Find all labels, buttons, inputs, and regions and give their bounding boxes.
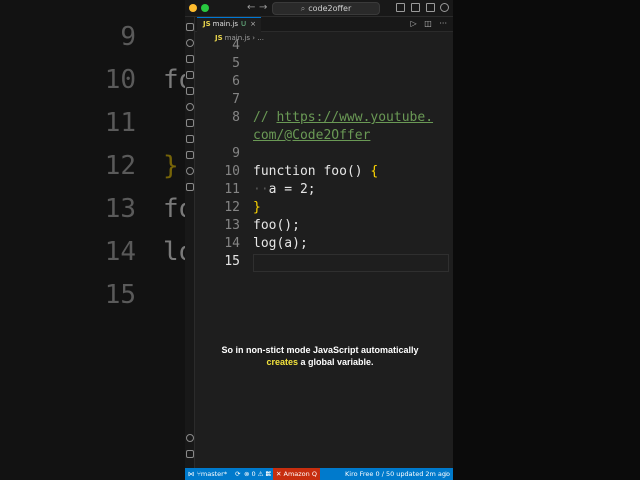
line-number: 7 — [232, 92, 240, 107]
code-line-comment: // https://www.youtube. — [253, 110, 433, 125]
back-arrow-icon[interactable]: ← — [247, 2, 255, 13]
line-number: 9 — [232, 146, 240, 161]
line-number: 14 — [224, 236, 240, 251]
activity-bar — [185, 17, 195, 468]
function-name: foo — [315, 164, 347, 179]
search-view-icon[interactable] — [186, 39, 194, 47]
run-icon[interactable]: ▷ — [411, 19, 417, 28]
toggle-secondary-sidebar-icon[interactable] — [426, 3, 435, 12]
line-number: 12 — [224, 200, 240, 215]
kiro-icon[interactable] — [186, 167, 194, 175]
caption-line-2: creates a global variable. — [190, 356, 450, 368]
branch-name: master* — [200, 470, 228, 478]
remote-indicator-icon[interactable]: ⋈ — [188, 468, 195, 480]
bg-right-panel — [453, 0, 640, 480]
brace-open: { — [370, 164, 379, 179]
caption-rest: a global variable. — [298, 357, 374, 367]
explorer-icon[interactable] — [186, 23, 194, 31]
testing-icon[interactable] — [186, 119, 194, 127]
kiro-status[interactable]: Kiro Free 0 / 50 updated 2m ago — [345, 468, 450, 480]
javascript-file-icon: JS — [203, 20, 211, 28]
manage-gear-icon[interactable] — [186, 450, 194, 458]
brace-close: } — [253, 200, 261, 215]
maximize-button[interactable] — [201, 4, 209, 12]
line-number: 11 — [224, 182, 240, 197]
code-line-call: foo(); — [253, 218, 300, 233]
amazon-q-icon[interactable] — [186, 151, 194, 159]
line-number: 4 — [232, 38, 240, 53]
current-line-highlight — [253, 254, 449, 272]
code-editor[interactable]: 4 5 6 7 8 9 10 11 12 13 14 15 // https:/… — [195, 38, 453, 468]
line-number: 8 — [232, 110, 240, 125]
chat-icon[interactable] — [440, 3, 449, 12]
code-line-log: log(a); — [253, 236, 308, 251]
sync-icon[interactable]: ⟳ — [235, 468, 240, 480]
code-line-assign: ··a = 2; — [253, 182, 316, 197]
timeline-icon[interactable] — [186, 183, 194, 191]
line-number: 5 — [232, 56, 240, 71]
code-line-function: function foo() { — [253, 164, 378, 179]
command-center-search[interactable]: ⌕ code2offer — [272, 2, 380, 15]
video-caption: So in non-stict mode JavaScript automati… — [190, 344, 450, 368]
editor-actions: ▷ ◫ ··· — [411, 19, 447, 28]
close-tab-icon[interactable]: × — [250, 20, 256, 28]
code-line-comment-wrap: com/@Code2Offer — [253, 128, 370, 143]
amazon-q-status[interactable]: ✕ Amazon Q — [273, 468, 320, 480]
accounts-icon[interactable] — [186, 434, 194, 442]
function-parens: () — [346, 164, 363, 179]
line-number: 13 — [224, 218, 240, 233]
source-control-icon[interactable] — [186, 55, 194, 63]
editor-tab-bar: JS main.js U × ▷ ◫ ··· — [195, 17, 453, 32]
caption-highlight: creates — [266, 357, 298, 367]
bg-line-number: 14 — [104, 237, 136, 267]
tab-main-js[interactable]: JS main.js U × — [197, 17, 261, 32]
ports-icon[interactable]: ⌘ — [265, 468, 272, 480]
bg-code-fragment: } — [163, 151, 179, 181]
notifications-bell-icon[interactable]: ♢ — [443, 468, 449, 480]
bg-line-number: 12 — [104, 151, 136, 181]
line-number: 10 — [224, 164, 240, 179]
keyword-function: function — [253, 164, 316, 179]
split-editor-icon[interactable]: ◫ — [424, 19, 432, 28]
docker-icon[interactable] — [186, 135, 194, 143]
assign-text: a = 2; — [268, 182, 316, 197]
toggle-panel-icon[interactable] — [411, 3, 420, 12]
more-actions-icon[interactable]: ··· — [439, 19, 447, 28]
editor-window: ← → ⌕code2offer JSmain.jsU× ▷ ◫ ··· — [185, 0, 453, 480]
run-debug-icon[interactable] — [186, 71, 194, 79]
line-number: 6 — [232, 74, 240, 89]
bg-line-number: 15 — [104, 280, 136, 310]
bg-line-number: 11 — [104, 108, 136, 138]
forward-arrow-icon[interactable]: → — [259, 2, 267, 13]
caption-line-1: So in non-stict mode JavaScript automati… — [221, 345, 419, 355]
status-bar: ⋈ ⑂master* ⟳ ⊗ 0 ⚠ 0 ⌘ ✕ Amazon Q Kiro F… — [185, 468, 453, 480]
title-bar: ← → ⌕ code2offer — [185, 0, 453, 17]
toggle-primary-sidebar-icon[interactable] — [396, 3, 405, 12]
search-icon: ⌕ — [300, 4, 306, 13]
untracked-badge: U — [240, 20, 247, 28]
search-text: code2offer — [308, 4, 352, 13]
minimize-button[interactable] — [189, 4, 197, 12]
line-number-current: 15 — [224, 254, 240, 269]
comment-link[interactable]: https://www.youtube. — [276, 110, 433, 125]
comment-prefix: // — [253, 110, 277, 125]
breadcrumb-rest[interactable]: ... — [257, 34, 264, 42]
breadcrumb-separator-icon: › — [252, 34, 256, 42]
tab-label: main.js — [212, 20, 238, 28]
bg-line-number: 10 — [104, 65, 136, 95]
branch-indicator[interactable]: ⑂master* — [197, 468, 227, 480]
bg-line-number: 13 — [104, 194, 136, 224]
extensions-icon[interactable] — [186, 87, 194, 95]
bg-line-number: 9 — [120, 22, 136, 52]
remote-icon[interactable] — [186, 103, 194, 111]
code-line-close: } — [253, 200, 261, 215]
comment-link-wrap[interactable]: com/@Code2Offer — [253, 128, 370, 143]
indent-whitespace: ·· — [253, 182, 269, 197]
